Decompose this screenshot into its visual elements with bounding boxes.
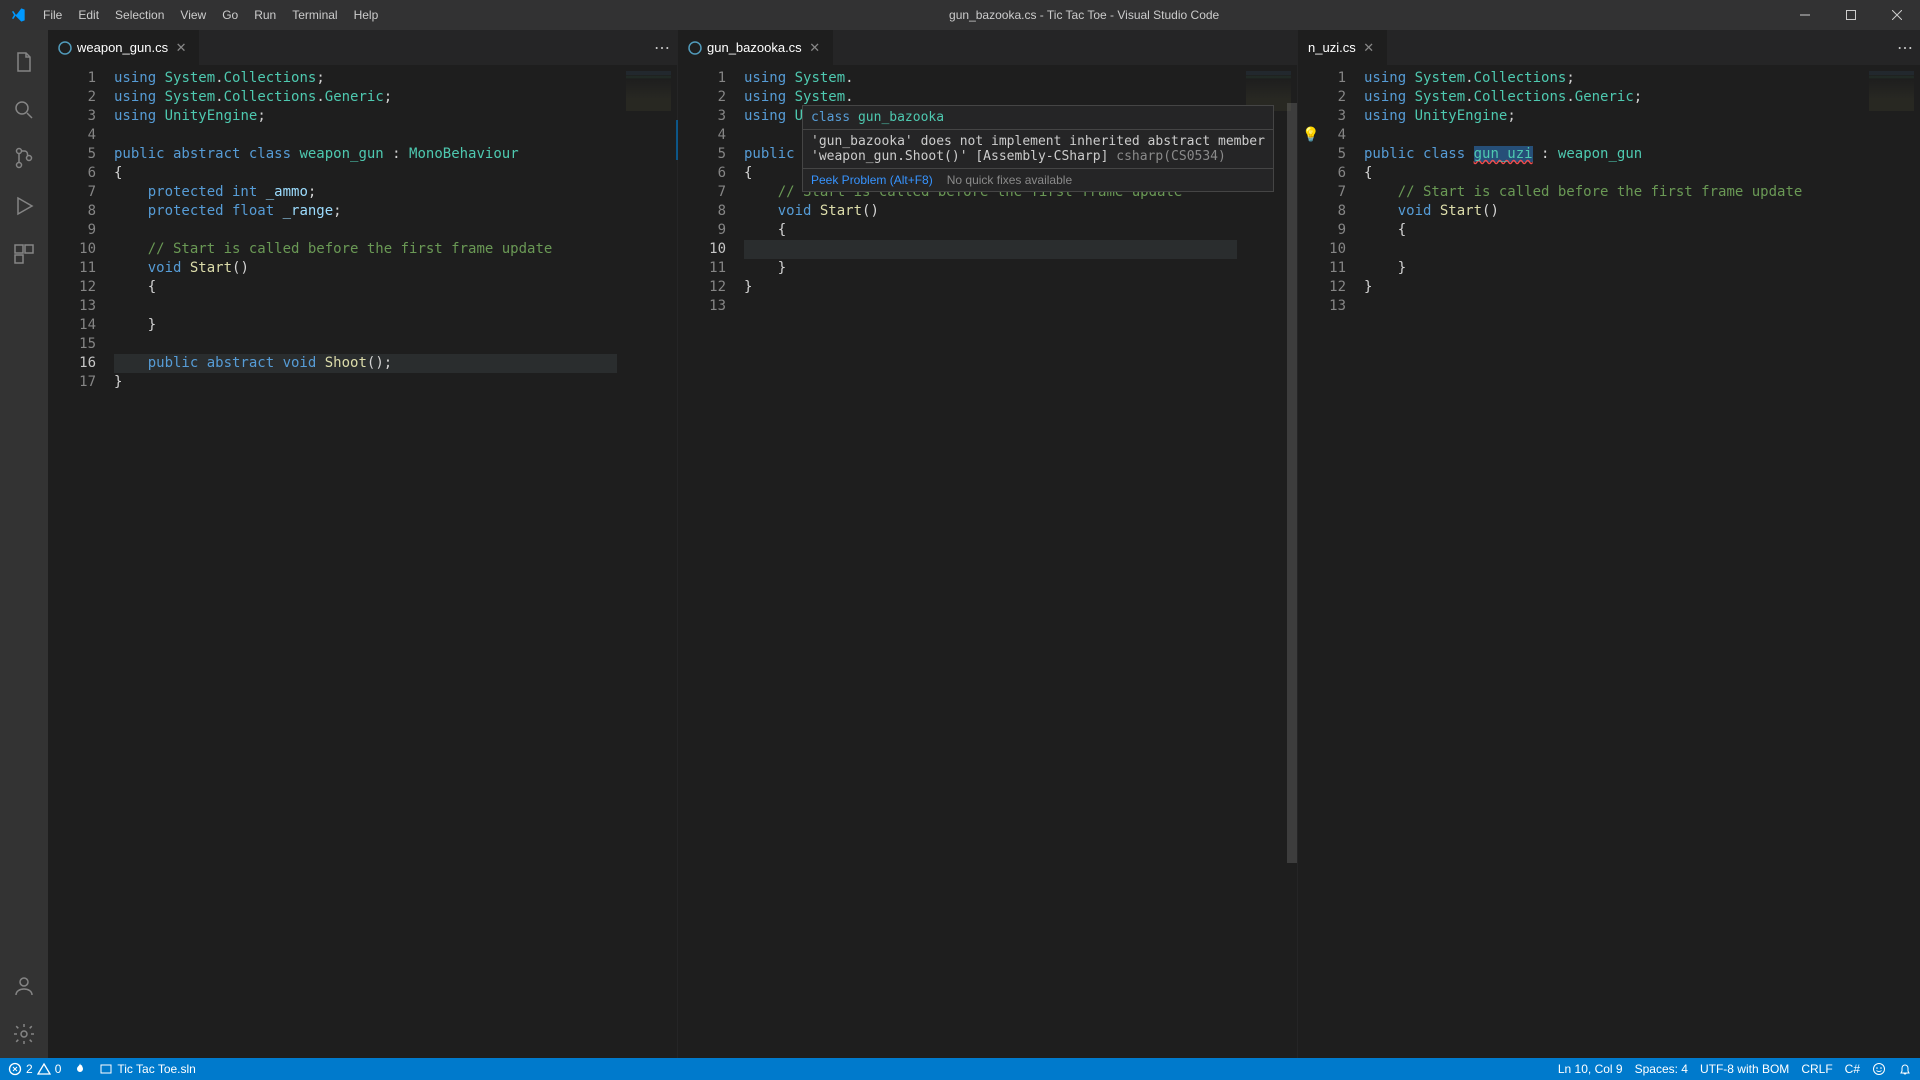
menu-terminal[interactable]: Terminal bbox=[284, 0, 345, 30]
status-solution[interactable]: Tic Tac Toe.sln bbox=[99, 1062, 195, 1076]
code-area[interactable]: using System.Collections;using System.Co… bbox=[1364, 65, 1860, 1058]
csharp-file-icon bbox=[688, 41, 702, 55]
menu-file[interactable]: File bbox=[35, 0, 70, 30]
peek-problem-link[interactable]: Peek Problem (Alt+F8) bbox=[811, 173, 933, 187]
tab-close-icon[interactable]: ✕ bbox=[807, 40, 823, 56]
tab-label: gun_bazooka.cs bbox=[707, 40, 802, 55]
hover-error-line1: 'gun_bazooka' does not implement inherit… bbox=[811, 134, 1265, 149]
menu-help[interactable]: Help bbox=[346, 0, 387, 30]
tab-close-icon[interactable]: ✕ bbox=[173, 40, 189, 56]
hover-signature-keyword: class bbox=[811, 110, 858, 125]
editor-gun-uzi[interactable]: 💡 12345678910111213 using System.Collect… bbox=[1298, 65, 1920, 1058]
more-actions-icon[interactable]: ⋯ bbox=[1897, 38, 1914, 58]
tab-close-icon[interactable]: ✕ bbox=[1361, 40, 1377, 56]
lightbulb-icon[interactable]: 💡 bbox=[1302, 126, 1319, 145]
status-flame[interactable] bbox=[73, 1062, 87, 1076]
menu-view[interactable]: View bbox=[172, 0, 214, 30]
titlebar: File Edit Selection View Go Run Terminal… bbox=[0, 0, 1920, 30]
editor-groups: weapon_gun.cs ✕ ⋯ 1234567891011121314151… bbox=[48, 30, 1920, 1058]
flame-icon bbox=[73, 1062, 87, 1076]
menu-go[interactable]: Go bbox=[214, 0, 246, 30]
warning-count: 0 bbox=[55, 1062, 62, 1076]
line-gutter: 💡 12345678910111213 bbox=[1298, 65, 1364, 1058]
warning-icon bbox=[37, 1062, 51, 1076]
error-count: 2 bbox=[26, 1062, 33, 1076]
code-area[interactable]: using System.using System.using UnityEnp… bbox=[744, 65, 1237, 1058]
statusbar: 2 0 Tic Tac Toe.sln Ln 10, Col 9 Spaces:… bbox=[0, 1058, 1920, 1080]
accounts-icon[interactable] bbox=[0, 962, 48, 1010]
tab-gun-uzi[interactable]: n_uzi.cs ✕ bbox=[1298, 30, 1388, 65]
status-bell-icon[interactable] bbox=[1898, 1062, 1912, 1076]
error-icon bbox=[8, 1062, 22, 1076]
vscode-logo-icon bbox=[0, 7, 35, 23]
scrollbar-thumb[interactable] bbox=[1287, 103, 1297, 863]
editor-group-3: n_uzi.cs ✕ ⋯ 💡 12345678910111213 using S… bbox=[1298, 30, 1920, 1058]
csharp-file-icon bbox=[58, 41, 72, 55]
minimap[interactable] bbox=[617, 65, 677, 1058]
line-gutter: 12345678910111213 bbox=[678, 65, 744, 1058]
tabs-group-3: n_uzi.cs ✕ ⋯ bbox=[1298, 30, 1920, 65]
tab-gun-bazooka[interactable]: gun_bazooka.cs ✕ bbox=[678, 30, 834, 65]
solution-icon bbox=[99, 1062, 113, 1076]
no-quick-fix-label: No quick fixes available bbox=[947, 173, 1072, 187]
editor-group-1: weapon_gun.cs ✕ ⋯ 1234567891011121314151… bbox=[48, 30, 678, 1058]
line-gutter: 1234567891011121314151617 bbox=[48, 65, 114, 1058]
explorer-icon[interactable] bbox=[0, 38, 48, 86]
menu-bar: File Edit Selection View Go Run Terminal… bbox=[35, 0, 386, 30]
hover-error-line2a: 'weapon_gun.Shoot()' [Assembly-CSharp] bbox=[811, 149, 1116, 164]
window-controls bbox=[1782, 0, 1920, 30]
code-area[interactable]: using System.Collections;using System.Co… bbox=[114, 65, 617, 1058]
solution-name: Tic Tac Toe.sln bbox=[117, 1062, 195, 1076]
minimize-icon[interactable] bbox=[1782, 0, 1828, 30]
menu-edit[interactable]: Edit bbox=[70, 0, 107, 30]
search-icon[interactable] bbox=[0, 86, 48, 134]
run-debug-icon[interactable] bbox=[0, 182, 48, 230]
status-eol[interactable]: CRLF bbox=[1801, 1062, 1832, 1076]
source-control-icon[interactable] bbox=[0, 134, 48, 182]
hover-error-code: csharp(CS0534) bbox=[1116, 149, 1226, 164]
maximize-icon[interactable] bbox=[1828, 0, 1874, 30]
window-title: gun_bazooka.cs - Tic Tac Toe - Visual St… bbox=[386, 8, 1782, 22]
status-cursor-pos[interactable]: Ln 10, Col 9 bbox=[1558, 1062, 1623, 1076]
editor-weapon-gun[interactable]: 1234567891011121314151617 using System.C… bbox=[48, 65, 677, 1058]
editor-group-2: gun_bazooka.cs ✕ 12345678910111213 using… bbox=[678, 30, 1298, 1058]
tab-label: n_uzi.cs bbox=[1308, 40, 1356, 55]
menu-selection[interactable]: Selection bbox=[107, 0, 172, 30]
menu-run[interactable]: Run bbox=[246, 0, 284, 30]
tabs-group-2: gun_bazooka.cs ✕ bbox=[678, 30, 1297, 65]
hover-signature-name: gun_bazooka bbox=[858, 110, 944, 125]
status-language[interactable]: C# bbox=[1845, 1062, 1860, 1076]
hover-tooltip: class gun_bazooka 'gun_bazooka' does not… bbox=[802, 105, 1274, 192]
status-problems[interactable]: 2 0 bbox=[8, 1062, 61, 1076]
status-encoding[interactable]: UTF-8 with BOM bbox=[1700, 1062, 1789, 1076]
extensions-icon[interactable] bbox=[0, 230, 48, 278]
settings-gear-icon[interactable] bbox=[0, 1010, 48, 1058]
status-feedback-icon[interactable] bbox=[1872, 1062, 1886, 1076]
tabs-group-1: weapon_gun.cs ✕ ⋯ bbox=[48, 30, 677, 65]
status-indent[interactable]: Spaces: 4 bbox=[1635, 1062, 1688, 1076]
close-icon[interactable] bbox=[1874, 0, 1920, 30]
tab-label: weapon_gun.cs bbox=[77, 40, 168, 55]
editor-gun-bazooka[interactable]: 12345678910111213 using System.using Sys… bbox=[678, 65, 1297, 1058]
minimap[interactable] bbox=[1237, 65, 1297, 1058]
minimap[interactable] bbox=[1860, 65, 1920, 1058]
main-area: weapon_gun.cs ✕ ⋯ 1234567891011121314151… bbox=[0, 30, 1920, 1058]
tab-weapon-gun[interactable]: weapon_gun.cs ✕ bbox=[48, 30, 200, 65]
activity-bar bbox=[0, 30, 48, 1058]
more-actions-icon[interactable]: ⋯ bbox=[654, 38, 671, 58]
